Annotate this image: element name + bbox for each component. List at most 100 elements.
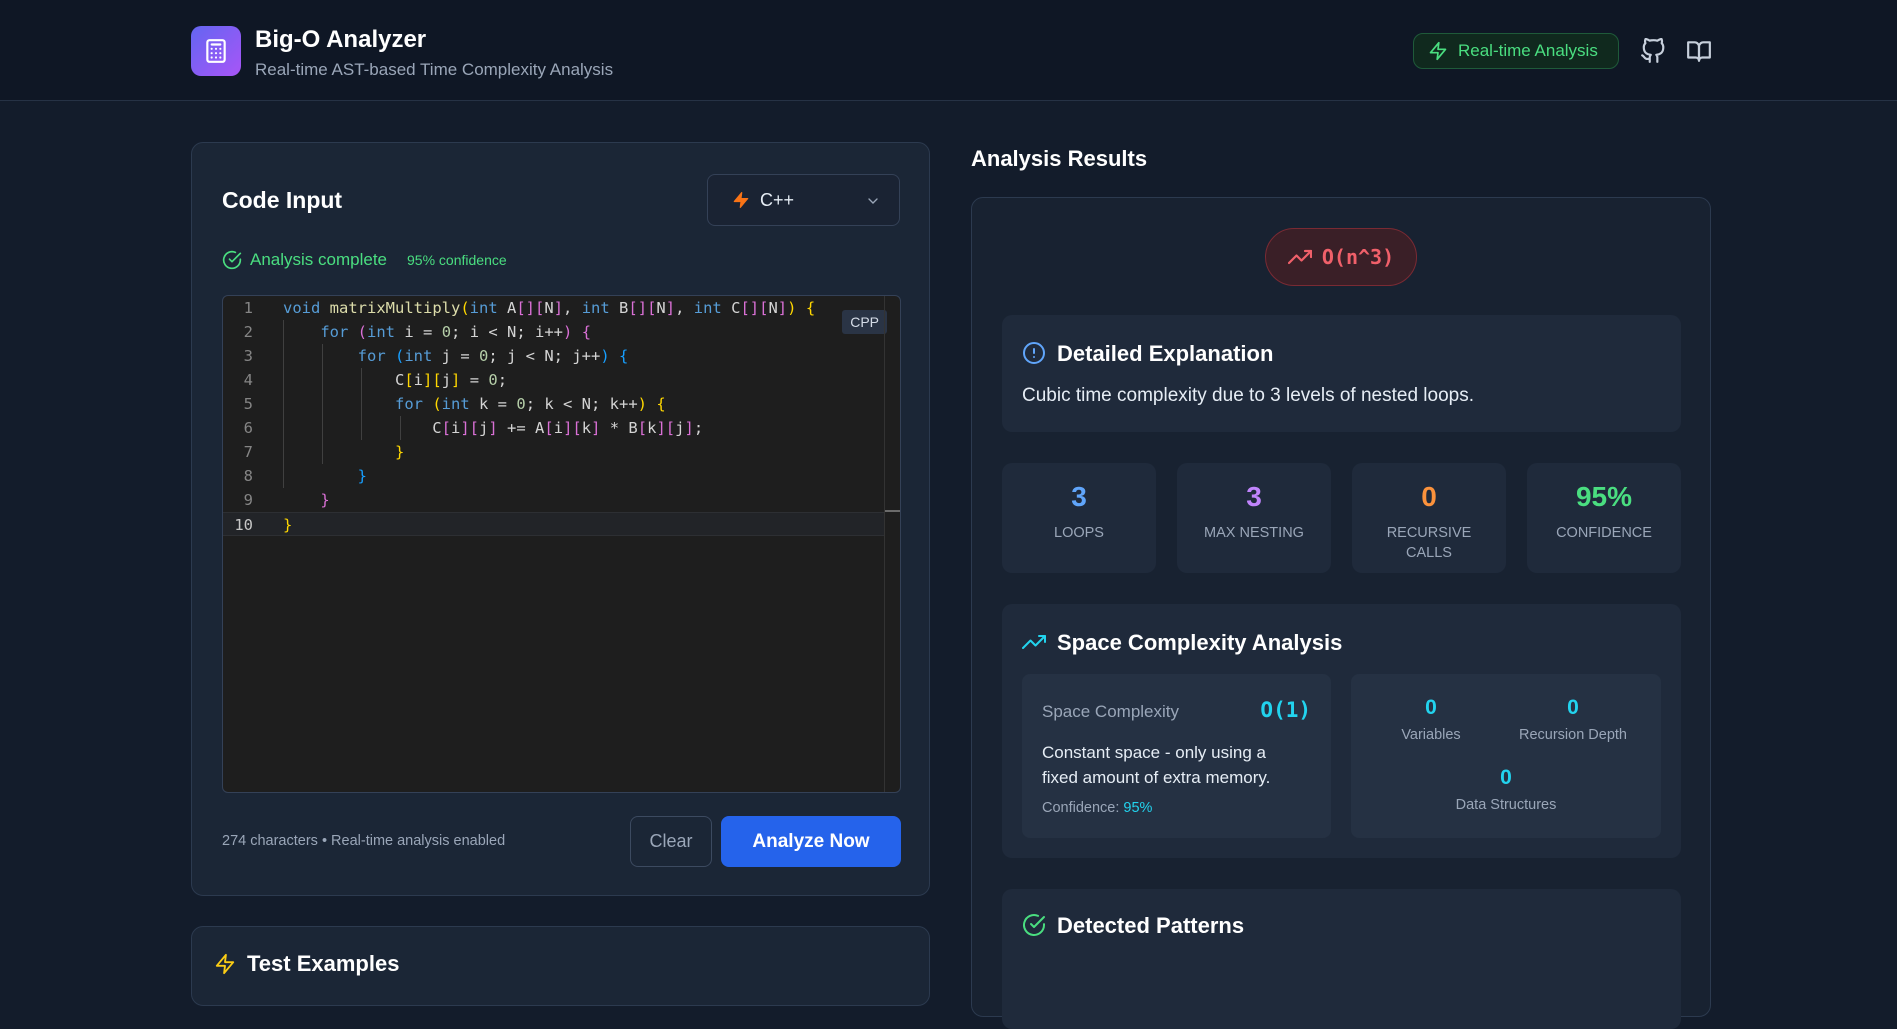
app-title: Big-O Analyzer (255, 26, 427, 53)
stat-value: 3 (1246, 481, 1262, 512)
code-text: C[i][j] += A[i][k] * B[k][j]; (283, 419, 704, 437)
language-select-value: C++ (760, 189, 795, 210)
code-text: for (int j = 0; j < N; j++) { (357, 347, 629, 365)
stat-max-nesting: 3 Max Nesting (1177, 463, 1331, 573)
test-examples-panel: Test Examples (191, 926, 930, 1006)
realtime-analysis-label: Real-time Analysis (1458, 41, 1598, 60)
metric-value: 0 (1425, 696, 1437, 719)
editor-language-badge: CPP (842, 310, 887, 334)
metric-label: Data Structures (1455, 797, 1557, 813)
metric-value: 0 (1567, 696, 1579, 719)
line-number: 6 (243, 419, 253, 437)
space-complexity-summary: Space Complexity O(1) Constant space - o… (1022, 674, 1331, 838)
lightning-icon (1429, 41, 1447, 61)
space-metrics: 0 Variables 0 Recursion Depth 0 Data Str… (1351, 674, 1661, 838)
code-line-active[interactable]: 10 } (223, 512, 885, 536)
space-complexity-value: O(1) (1260, 698, 1311, 722)
time-complexity-badge: O(n^3) (1265, 228, 1417, 286)
trending-up-icon (1022, 635, 1046, 649)
language-select[interactable]: C++ (707, 174, 900, 226)
space-confidence: Confidence: 95% (1042, 800, 1153, 816)
chevron-down-icon (868, 198, 878, 204)
scrollbar-thumb[interactable] (885, 510, 900, 512)
line-number: 4 (243, 371, 253, 389)
code-text: for (int i = 0; i < N; i++) { (320, 323, 592, 341)
analysis-results-title: Analysis Results (971, 146, 1148, 171)
line-number: 7 (243, 443, 253, 461)
stat-confidence: 95% Confidence (1527, 463, 1681, 573)
explanation-title: Detailed Explanation (1057, 341, 1274, 366)
lightning-icon (733, 191, 749, 209)
code-text: } (357, 467, 367, 485)
code-line[interactable]: 7 } (223, 440, 885, 464)
stat-label: Loops (1054, 525, 1104, 541)
code-line[interactable]: 1 void matrixMultiply(int A[][N], int B[… (223, 296, 885, 320)
code-line[interactable]: 4 C[i][j] = 0; (223, 368, 885, 392)
line-number: 3 (243, 347, 253, 365)
stat-label: Max Nesting (1204, 525, 1304, 541)
stat-value: 0 (1421, 481, 1437, 512)
stat-label: Recursive Calls (1386, 525, 1472, 561)
line-number: 2 (243, 323, 253, 341)
space-confidence-value: 95% (1123, 800, 1153, 816)
code-line[interactable]: 2 for (int i = 0; i < N; i++) { (223, 320, 885, 344)
check-circle-icon (222, 250, 242, 270)
space-complexity-label: Space Complexity (1042, 702, 1180, 721)
code-line[interactable]: 5 for (int k = 0; k < N; k++) { (223, 392, 885, 416)
lightning-icon (215, 953, 235, 975)
book-icon[interactable] (1686, 38, 1712, 64)
time-complexity-value: O(n^3) (1321, 245, 1395, 269)
stat-loops: 3 Loops (1002, 463, 1156, 573)
test-examples-title: Test Examples (247, 951, 400, 976)
code-text: } (394, 443, 405, 461)
explanation-text: Cubic time complexity due to 3 levels of… (1022, 385, 1475, 406)
line-number: 10 (234, 516, 253, 534)
line-number: 9 (243, 491, 253, 509)
explanation-card: Detailed Explanation Cubic time complexi… (1002, 315, 1681, 432)
code-text: } (320, 491, 330, 509)
code-text: } (283, 516, 293, 534)
stat-label: Confidence (1556, 525, 1652, 541)
metric-variables: 0 Variables (1356, 696, 1506, 743)
metric-data-structures: 0 Data Structures (1431, 766, 1581, 813)
metric-label: Recursion Depth (1519, 727, 1627, 743)
stat-value: 3 (1071, 481, 1087, 512)
line-number: 1 (243, 299, 253, 317)
info-circle-icon (1023, 342, 1045, 364)
analysis-results-card: O(n^3) Detailed Explanation Cubic time c… (971, 197, 1711, 1029)
code-input-panel: Code Input C++ Analysis complete 95% con… (191, 142, 930, 896)
metric-recursion-depth: 0 Recursion Depth (1498, 696, 1648, 743)
code-line[interactable]: 3 for (int j = 0; j < N; j++) { (223, 344, 885, 368)
code-text: C[i][j] = 0; (283, 371, 508, 389)
metric-value: 0 (1500, 766, 1512, 789)
code-line[interactable]: 6 C[i][j] += A[i][k] * B[k][j]; (223, 416, 885, 440)
editor-scrollbar[interactable] (884, 296, 900, 792)
app-header: Big-O Analyzer Real-time AST-based Time … (0, 0, 1897, 101)
github-icon[interactable] (1640, 37, 1666, 64)
code-text: void matrixMultiply(int A[][N], int B[][… (283, 299, 816, 317)
code-input-title: Code Input (222, 187, 343, 213)
realtime-analysis-badge[interactable]: Real-time Analysis (1413, 33, 1619, 69)
stat-recursive-calls: 0 Recursive Calls (1352, 463, 1506, 573)
character-count: 274 characters • Real-time analysis enab… (222, 833, 506, 849)
check-circle-icon (1023, 914, 1045, 936)
space-complexity-title: Space Complexity Analysis (1057, 630, 1343, 655)
confidence-badge: 95% confidence (407, 252, 507, 268)
detected-patterns-card: Detected Patterns (1002, 889, 1681, 1029)
space-complexity-card: Space Complexity Analysis Space Complexi… (1002, 604, 1681, 858)
detected-patterns-title: Detected Patterns (1057, 913, 1245, 938)
code-editor[interactable]: 1 void matrixMultiply(int A[][N], int B[… (222, 295, 901, 793)
trending-up-icon (1287, 249, 1312, 265)
metric-label: Variables (1401, 727, 1461, 743)
line-number: 5 (243, 395, 253, 413)
calculator-logo-icon (191, 26, 241, 76)
code-line[interactable]: 8 } (223, 464, 885, 488)
app-subtitle: Real-time AST-based Time Complexity Anal… (255, 60, 614, 79)
clear-button[interactable]: Clear (630, 816, 712, 867)
stat-value: 95% (1575, 481, 1633, 512)
code-line[interactable]: 9 } (223, 488, 885, 512)
analysis-status-text: Analysis complete (250, 250, 388, 269)
space-complexity-description: Constant space - only using a fixed amou… (1042, 743, 1271, 787)
line-number: 8 (243, 467, 253, 485)
analyze-now-button[interactable]: Analyze Now (721, 816, 901, 867)
